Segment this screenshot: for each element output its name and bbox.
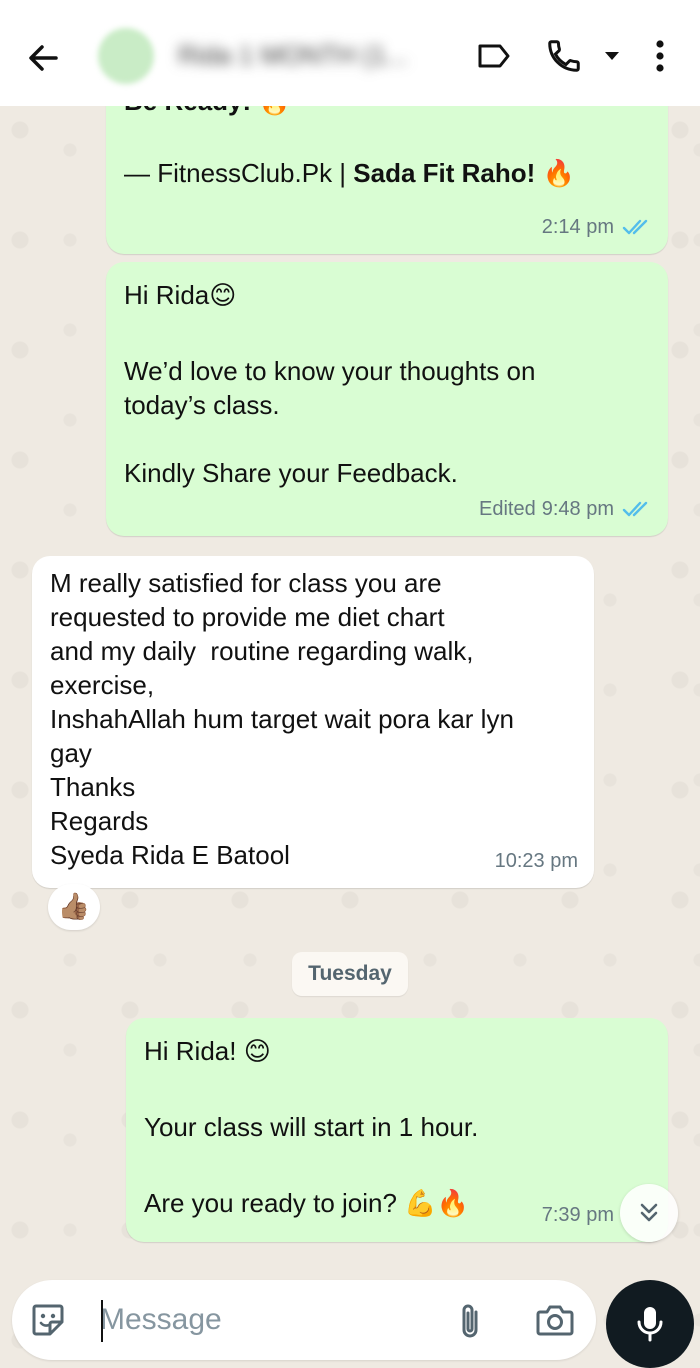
menu-button[interactable]	[640, 36, 680, 76]
caret-down-icon	[605, 52, 619, 60]
camera-icon	[536, 1305, 574, 1336]
edited-label: Edited	[479, 498, 536, 520]
read-ticks-icon	[622, 219, 648, 235]
message-line: Kindly Share your Feedback.	[124, 458, 458, 488]
message-bold-text: Sada Fit Raho! 🔥	[353, 158, 575, 188]
call-button[interactable]	[544, 36, 584, 76]
voice-message-button[interactable]	[606, 1280, 694, 1368]
message-line: Syeda Rida E Batool	[50, 840, 290, 870]
message-reaction[interactable]: 👍🏽	[48, 884, 100, 930]
sticker-icon	[32, 1304, 64, 1336]
message-line: Hi Rida😊	[124, 280, 237, 310]
microphone-icon	[637, 1307, 663, 1342]
phone-icon	[548, 40, 580, 72]
message-meta: 2:14 pm	[542, 210, 652, 244]
label-icon	[478, 44, 510, 68]
chat-header: Rida 1 MONTH (1...	[0, 0, 700, 106]
message-time: 7:39 pm	[541, 1204, 614, 1226]
message-line: and my daily routine regarding walk,	[50, 636, 474, 666]
message-line: We’d love to know your thoughts on	[124, 356, 536, 386]
paperclip-icon	[462, 1304, 478, 1338]
scroll-to-bottom-button[interactable]	[620, 1184, 678, 1242]
date-separator: Tuesday	[292, 952, 408, 996]
message-line	[124, 422, 535, 456]
message-bubble-outgoing[interactable]: Hi Rida! 😊 Your class will start in 1 ho…	[126, 1018, 668, 1242]
message-line: Thanks	[50, 772, 136, 802]
call-options-button[interactable]	[592, 36, 632, 76]
message-line: InshahAllah hum target wait pora kar lyn	[50, 704, 514, 734]
thumbs-up-icon: 👍🏽	[57, 892, 91, 922]
contact-name[interactable]: Rida 1 MONTH (1...	[178, 40, 448, 74]
message-line	[144, 1144, 478, 1186]
message-line: Your class will start in 1 hour.	[144, 1112, 479, 1142]
camera-button[interactable]	[534, 1300, 576, 1340]
text-cursor	[101, 1300, 103, 1342]
label-button[interactable]	[474, 36, 514, 76]
arrow-left-icon	[29, 45, 58, 71]
contact-avatar[interactable]	[98, 28, 154, 84]
sticker-button[interactable]	[28, 1300, 68, 1340]
message-meta: Edited 9:48 pm	[479, 492, 652, 526]
message-line: exercise,	[50, 670, 155, 700]
read-ticks-icon	[622, 501, 648, 517]
message-time: 10:23 pm	[494, 850, 578, 872]
message-line	[124, 312, 535, 354]
attach-button[interactable]	[450, 1300, 490, 1342]
message-input[interactable]	[100, 1298, 440, 1342]
message-line: M really satisfied for class you are	[50, 568, 442, 598]
double-chevron-down-icon	[640, 1203, 658, 1222]
more-vertical-icon	[656, 40, 664, 72]
message-composer	[12, 1280, 596, 1360]
message-line: Hi Rida! 😊	[144, 1036, 271, 1066]
message-line: requested to provide me diet chart	[50, 602, 445, 632]
message-bubble-outgoing[interactable]: Hi Rida😊 We’d love to know your thoughts…	[106, 262, 668, 536]
message-line: gay	[50, 738, 92, 768]
message-line	[124, 118, 575, 152]
message-line: Regards	[50, 806, 149, 836]
message-line: today’s class.	[124, 390, 280, 420]
message-meta: 10:23 pm	[495, 844, 578, 878]
message-time: 9:48 pm	[541, 498, 614, 520]
message-line	[144, 1068, 478, 1110]
message-meta: 7:39 pm	[542, 1198, 614, 1232]
message-line: — FitnessClub.Pk | Sada Fit Raho! 🔥	[124, 158, 575, 188]
message-line: Are you ready to join? 💪🔥	[144, 1188, 469, 1218]
back-button[interactable]	[22, 36, 66, 80]
message-time: 2:14 pm	[541, 216, 614, 238]
message-bubble-incoming[interactable]: M really satisfied for class you are req…	[32, 556, 594, 888]
